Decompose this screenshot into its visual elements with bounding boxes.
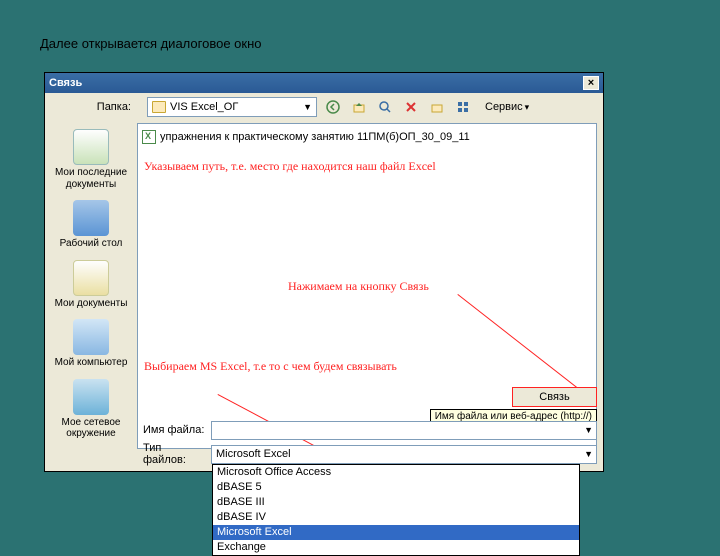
search-icon[interactable] [375, 97, 395, 117]
annotation-type: Выбираем MS Excel, т.е то с чем будем св… [144, 359, 424, 374]
file-item[interactable]: упражнения к практическому занятию 11ПМ(… [142, 128, 592, 145]
toolbar: Папка: VIS Excel_ОГ ▼ Сервис ▾ [45, 93, 603, 121]
titlebar: Связь × [45, 73, 603, 93]
back-button[interactable] [323, 97, 343, 117]
tools-menu[interactable]: Сервис ▾ [479, 97, 535, 117]
option-dbase5[interactable]: dBASE 5 [213, 480, 579, 495]
annotation-button: Нажимаем на кнопку Связь [288, 279, 429, 294]
filetype-dropdown[interactable]: Microsoft Excel ▼ Microsoft Office Acces… [211, 445, 597, 464]
close-icon[interactable]: × [583, 76, 599, 90]
folder-icon [152, 101, 166, 113]
folder-value: VIS Excel_ОГ [170, 101, 238, 113]
filename-label: Имя файла: [143, 424, 205, 436]
place-mydocs[interactable]: Мои документы [49, 258, 133, 312]
chevron-down-icon: ▼ [303, 102, 312, 112]
delete-icon[interactable] [401, 97, 421, 117]
place-mycomputer[interactable]: Мой компьютер [49, 317, 133, 371]
places-bar: Мои последние документы Рабочий стол Мои… [45, 121, 137, 451]
chevron-down-icon: ▼ [584, 449, 593, 459]
chevron-down-icon: ▼ [584, 425, 593, 435]
dialog-title: Связь [49, 77, 82, 89]
filetype-label: Тип файлов: [143, 442, 205, 466]
option-dbase3[interactable]: dBASE III [213, 495, 579, 510]
folder-label: Папка: [51, 101, 141, 113]
place-network[interactable]: Мое сетевое окружение [49, 377, 133, 442]
views-icon[interactable] [453, 97, 473, 117]
page-caption: Далее открывается диалоговое окно [40, 36, 261, 51]
new-folder-icon[interactable] [427, 97, 447, 117]
option-dbase4[interactable]: dBASE IV [213, 510, 579, 525]
link-dialog: Связь × Папка: VIS Excel_ОГ ▼ Сервис [44, 72, 604, 472]
folder-dropdown[interactable]: VIS Excel_ОГ ▼ [147, 97, 317, 117]
place-recent[interactable]: Мои последние документы [49, 127, 133, 192]
place-desktop[interactable]: Рабочий стол [49, 198, 133, 252]
link-button[interactable]: Связь [512, 387, 597, 407]
option-excel[interactable]: Microsoft Excel [213, 525, 579, 540]
bottom-panel: Связь Имя файла или веб-адрес (http://) … [143, 417, 597, 465]
up-button[interactable] [349, 97, 369, 117]
annotation-path: Указываем путь, т.е. место где находится… [144, 159, 436, 174]
file-name: упражнения к практическому занятию 11ПМ(… [160, 131, 470, 143]
filetype-options: Microsoft Office Access dBASE 5 dBASE II… [212, 464, 580, 556]
chevron-down-icon: ▾ [525, 102, 530, 113]
option-exchange[interactable]: Exchange [213, 540, 579, 555]
filename-input[interactable]: ▼ [211, 421, 597, 440]
option-access[interactable]: Microsoft Office Access [213, 465, 579, 480]
excel-file-icon [142, 130, 156, 144]
